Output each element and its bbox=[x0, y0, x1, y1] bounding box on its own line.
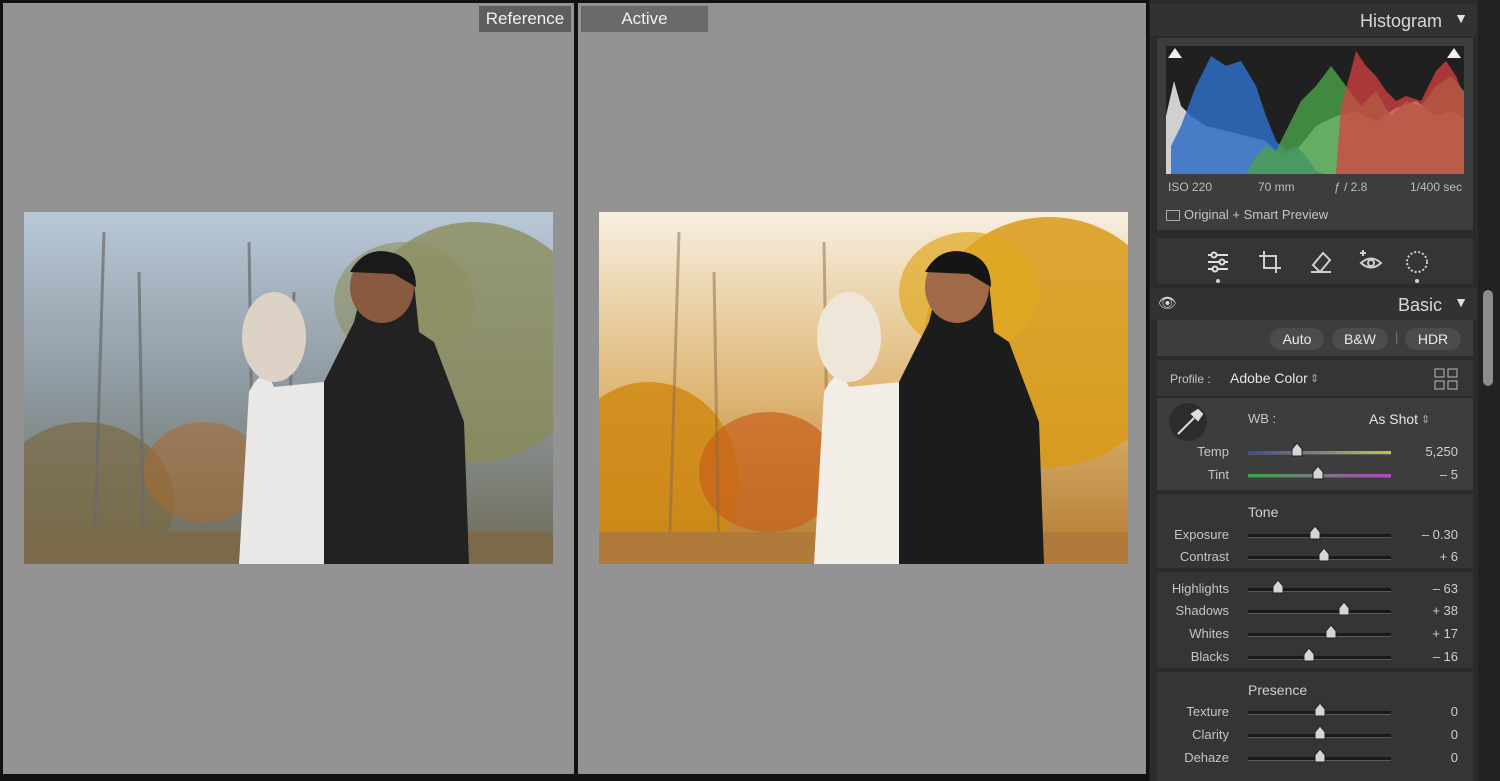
whites-value[interactable]: + 17 bbox=[1432, 626, 1458, 641]
tint-label: Tint bbox=[1207, 467, 1229, 482]
basic-title: Basic bbox=[1397, 295, 1442, 315]
shadows-track[interactable] bbox=[1248, 610, 1391, 614]
histogram-graph bbox=[1166, 46, 1464, 174]
profile-label: Profile : bbox=[1170, 372, 1211, 386]
blacks-track[interactable] bbox=[1248, 656, 1391, 660]
blacks-label: Blacks bbox=[1190, 649, 1229, 664]
collapse-triangle-icon[interactable]: ▼ bbox=[1454, 294, 1468, 310]
shadow-clipping-icon[interactable] bbox=[1168, 48, 1182, 58]
basic-header[interactable]: 👁 Basic ▼ bbox=[1150, 288, 1476, 320]
wb-select[interactable]: As Shot bbox=[1369, 411, 1418, 427]
whites-track[interactable] bbox=[1248, 633, 1391, 637]
shutter-value: 1/400 sec bbox=[1410, 180, 1463, 194]
texture-label: Texture bbox=[1186, 704, 1229, 719]
temp-track[interactable] bbox=[1248, 451, 1391, 455]
contrast-value[interactable]: + 6 bbox=[1440, 549, 1458, 564]
hdr-button[interactable]: HDR bbox=[1405, 328, 1461, 350]
iso-value: ISO 220 bbox=[1168, 180, 1213, 194]
edit-icon[interactable] bbox=[1204, 248, 1232, 276]
clarity-value[interactable]: 0 bbox=[1451, 727, 1458, 742]
highlight-clipping-icon[interactable] bbox=[1447, 48, 1461, 58]
preview-status: Original + Smart Preview bbox=[1184, 207, 1329, 222]
texture-slider[interactable]: Texture 0 bbox=[1157, 702, 1473, 722]
crop-icon[interactable] bbox=[1256, 248, 1284, 276]
wb-eyedropper-icon[interactable] bbox=[1168, 402, 1208, 442]
histogram-header[interactable]: Histogram ▼ bbox=[1150, 4, 1476, 36]
presence-title: Presence bbox=[1248, 682, 1308, 698]
shadows-label: Shadows bbox=[1175, 603, 1229, 618]
blacks-value[interactable]: – 16 bbox=[1433, 649, 1458, 664]
shadows-value[interactable]: + 38 bbox=[1432, 603, 1458, 618]
highlights-slider[interactable]: Highlights – 63 bbox=[1157, 579, 1473, 599]
shadows-slider[interactable]: Shadows + 38 bbox=[1157, 601, 1473, 621]
blacks-slider[interactable]: Blacks – 16 bbox=[1157, 647, 1473, 667]
active-tool-indicator bbox=[1216, 279, 1220, 283]
contrast-label: Contrast bbox=[1179, 549, 1229, 564]
collapse-triangle-icon[interactable]: ▼ bbox=[1454, 10, 1468, 26]
active-label: Active bbox=[581, 6, 708, 32]
mask-icon[interactable] bbox=[1403, 248, 1431, 276]
highlights-value[interactable]: – 63 bbox=[1433, 581, 1458, 596]
highlights-label: Highlights bbox=[1171, 581, 1229, 596]
aperture-value: ƒ / 2.8 bbox=[1334, 180, 1368, 194]
button-separator: | bbox=[1395, 330, 1399, 345]
bw-button[interactable]: B&W bbox=[1332, 328, 1388, 350]
contrast-slider[interactable]: Contrast + 6 bbox=[1157, 547, 1473, 567]
wb-label: WB : bbox=[1248, 411, 1277, 426]
mask-indicator bbox=[1415, 279, 1419, 283]
whites-slider[interactable]: Whites + 17 bbox=[1157, 624, 1473, 644]
temp-value[interactable]: 5,250 bbox=[1425, 444, 1458, 459]
active-pane[interactable]: Active bbox=[578, 3, 1146, 774]
updown-chevron-icon[interactable]: ⇕ bbox=[1310, 372, 1319, 385]
reference-photo[interactable] bbox=[24, 212, 553, 564]
redeye-icon[interactable] bbox=[1357, 248, 1385, 276]
profile-browser-icon[interactable] bbox=[1434, 368, 1458, 390]
tint-value[interactable]: – 5 bbox=[1440, 467, 1458, 482]
updown-chevron-icon[interactable]: ⇕ bbox=[1421, 413, 1430, 426]
focal-length-value: 70 mm bbox=[1258, 180, 1295, 194]
tone-title: Tone bbox=[1248, 504, 1279, 520]
heal-icon[interactable] bbox=[1307, 248, 1335, 276]
compare-view: Reference Active bbox=[0, 0, 1149, 781]
dehaze-slider[interactable]: Dehaze 0 bbox=[1157, 748, 1473, 768]
dehaze-label: Dehaze bbox=[1184, 750, 1229, 765]
clarity-label: Clarity bbox=[1192, 727, 1229, 742]
exposure-slider[interactable]: Exposure – 0.30 bbox=[1157, 525, 1473, 545]
exposure-label: Exposure bbox=[1174, 527, 1229, 542]
scrollbar-thumb[interactable] bbox=[1483, 290, 1493, 386]
auto-button[interactable]: Auto bbox=[1270, 328, 1324, 350]
active-photo[interactable] bbox=[599, 212, 1128, 564]
clarity-slider[interactable]: Clarity 0 bbox=[1157, 725, 1473, 745]
highlights-track[interactable] bbox=[1248, 588, 1391, 592]
temp-slider[interactable]: Temp 5,250 bbox=[1157, 442, 1473, 462]
reference-label: Reference bbox=[479, 6, 571, 32]
whites-label: Whites bbox=[1189, 626, 1229, 641]
dehaze-value[interactable]: 0 bbox=[1451, 750, 1458, 765]
exposure-value[interactable]: – 0.30 bbox=[1422, 527, 1458, 542]
reference-pane[interactable]: Reference bbox=[3, 3, 574, 774]
texture-value[interactable]: 0 bbox=[1451, 704, 1458, 719]
temp-label: Temp bbox=[1197, 444, 1229, 459]
histogram-title: Histogram bbox=[1359, 11, 1442, 31]
visibility-eye-icon[interactable]: 👁 bbox=[1158, 294, 1177, 312]
profile-select[interactable]: Adobe Color bbox=[1230, 370, 1308, 386]
preview-icon bbox=[1166, 210, 1180, 221]
tint-slider[interactable]: Tint – 5 bbox=[1157, 465, 1473, 485]
panel-scrollbar[interactable] bbox=[1478, 0, 1500, 781]
